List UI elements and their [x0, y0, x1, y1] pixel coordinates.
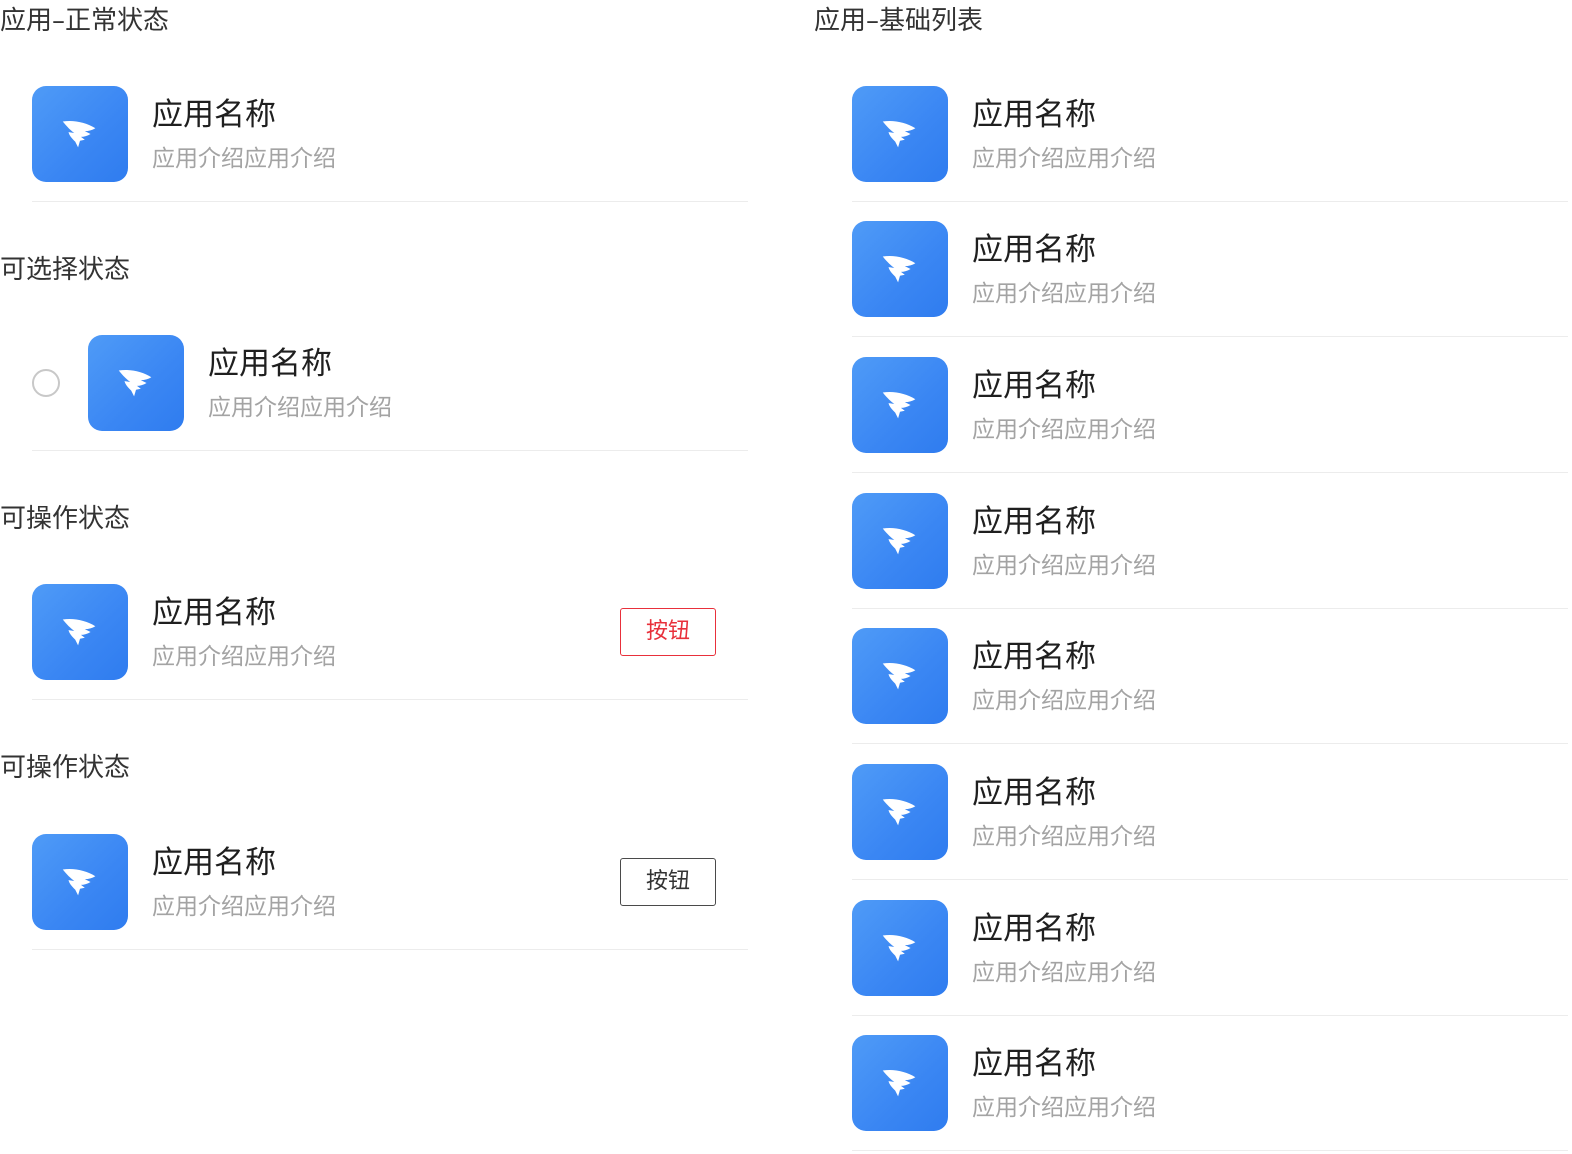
app-icon — [32, 584, 128, 680]
app-row-operable-gray[interactable]: 应用名称 应用介绍应用介绍 按钮 — [32, 834, 748, 950]
app-icon — [852, 493, 948, 589]
dingtalk-wing-icon — [877, 789, 923, 835]
dingtalk-wing-icon — [877, 111, 923, 157]
select-radio[interactable] — [32, 369, 60, 397]
app-name: 应用名称 — [208, 346, 332, 382]
dingtalk-wing-icon — [877, 1060, 923, 1106]
app-icon — [852, 221, 948, 317]
action-button-red[interactable]: 按钮 — [620, 608, 716, 656]
dingtalk-wing-icon — [877, 925, 923, 971]
app-icon — [852, 764, 948, 860]
list-item[interactable]: 应用名称 应用介绍应用介绍 — [852, 764, 1568, 880]
app-icon — [852, 86, 948, 182]
app-name: 应用名称 — [972, 1046, 1096, 1082]
app-icon — [852, 357, 948, 453]
app-icon — [88, 335, 184, 431]
app-desc: 应用介绍应用介绍 — [972, 1095, 1156, 1121]
list-item[interactable]: 应用名称 应用介绍应用介绍 — [852, 357, 1568, 473]
list-item[interactable]: 应用名称 应用介绍应用介绍 — [852, 493, 1568, 609]
section-title-normal: 应用–正常状态 — [0, 6, 170, 36]
section-title-operable-red: 可操作状态 — [0, 504, 131, 534]
section-title-basic-list: 应用–基础列表 — [814, 6, 984, 36]
app-icon — [852, 900, 948, 996]
action-button-gray[interactable]: 按钮 — [620, 858, 716, 906]
app-desc: 应用介绍应用介绍 — [972, 960, 1156, 986]
app-row-selectable[interactable]: 应用名称 应用介绍应用介绍 — [32, 335, 748, 451]
app-name: 应用名称 — [972, 504, 1096, 540]
dingtalk-wing-icon — [877, 246, 923, 292]
app-desc: 应用介绍应用介绍 — [972, 688, 1156, 714]
app-name: 应用名称 — [972, 639, 1096, 675]
app-desc: 应用介绍应用介绍 — [972, 824, 1156, 850]
app-name: 应用名称 — [152, 845, 276, 881]
dingtalk-wing-icon — [877, 382, 923, 428]
app-name: 应用名称 — [972, 911, 1096, 947]
section-title-operable-gray: 可操作状态 — [0, 753, 131, 783]
app-desc: 应用介绍应用介绍 — [972, 417, 1156, 443]
app-icon — [852, 628, 948, 724]
list-item[interactable]: 应用名称 应用介绍应用介绍 — [852, 221, 1568, 337]
app-icon — [852, 1035, 948, 1131]
dingtalk-wing-icon — [877, 518, 923, 564]
dingtalk-wing-icon — [113, 360, 159, 406]
app-desc: 应用介绍应用介绍 — [152, 146, 336, 172]
app-row-normal[interactable]: 应用名称 应用介绍应用介绍 — [32, 86, 748, 202]
app-desc: 应用介绍应用介绍 — [152, 644, 336, 670]
app-icon — [32, 86, 128, 182]
page: 应用–正常状态 应用名称 应用介绍应用介绍 可选择状态 应用名称 应用介绍应用介… — [0, 0, 1572, 1154]
dingtalk-wing-icon — [877, 653, 923, 699]
list-item[interactable]: 应用名称 应用介绍应用介绍 — [852, 1035, 1568, 1151]
app-name: 应用名称 — [152, 595, 276, 631]
list-item[interactable]: 应用名称 应用介绍应用介绍 — [852, 628, 1568, 744]
app-row-operable-red[interactable]: 应用名称 应用介绍应用介绍 按钮 — [32, 584, 748, 700]
list-item[interactable]: 应用名称 应用介绍应用介绍 — [852, 900, 1568, 1016]
dingtalk-wing-icon — [57, 609, 103, 655]
dingtalk-wing-icon — [57, 111, 103, 157]
list-item[interactable]: 应用名称 应用介绍应用介绍 — [852, 86, 1568, 202]
app-name: 应用名称 — [972, 368, 1096, 404]
app-name: 应用名称 — [152, 97, 276, 133]
app-name: 应用名称 — [972, 232, 1096, 268]
app-desc: 应用介绍应用介绍 — [972, 146, 1156, 172]
app-name: 应用名称 — [972, 775, 1096, 811]
dingtalk-wing-icon — [57, 859, 103, 905]
app-desc: 应用介绍应用介绍 — [152, 894, 336, 920]
app-desc: 应用介绍应用介绍 — [972, 553, 1156, 579]
section-title-selectable: 可选择状态 — [0, 255, 131, 285]
app-desc: 应用介绍应用介绍 — [208, 395, 392, 421]
app-name: 应用名称 — [972, 97, 1096, 133]
app-icon — [32, 834, 128, 930]
app-desc: 应用介绍应用介绍 — [972, 281, 1156, 307]
